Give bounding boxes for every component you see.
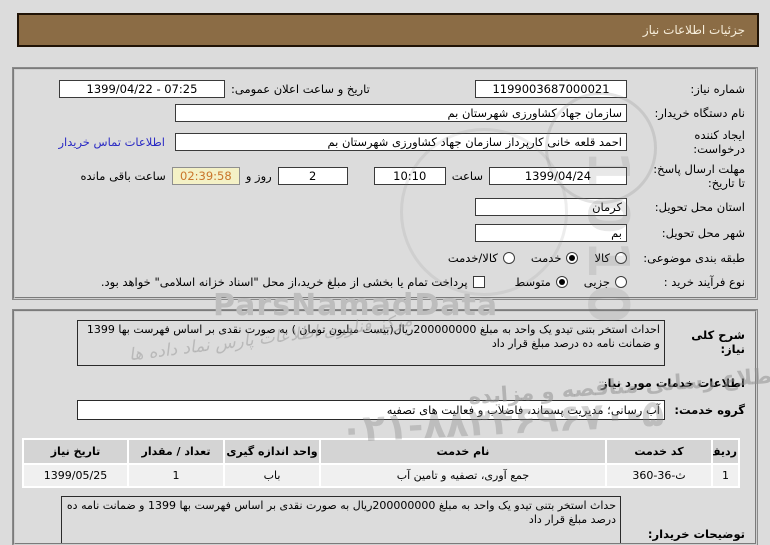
services-table-header-row: ردیف کد خدمت نام خدمت واحد اندازه گیری ت… [23, 439, 739, 464]
need-info-panel: شماره نیاز: 1199003687000021 تاریخ و ساع… [13, 68, 757, 299]
remaining-time-label: ساعت باقی مانده [81, 169, 166, 183]
treasury-payment-option[interactable]: پرداخت تمام یا بخشی از مبلغ خرید،از محل … [101, 275, 485, 289]
remaining-time-counter: 02:39:58 [172, 167, 240, 185]
row-service-group: گروه خدمت: آب رسانی؛ مدیریت پسماند، فاضل… [25, 400, 745, 420]
radio-goods-service-icon[interactable] [503, 252, 515, 264]
buyer-notes-box[interactable]: حداث استخر بتنی تیدو یک واحد به مبلغ 200… [61, 496, 621, 545]
cell-quantity: 1 [128, 464, 224, 487]
cell-service-name: جمع آوری، تصفیه و تامین آب [320, 464, 606, 487]
process-option-medium-label: متوسط [515, 275, 551, 289]
deadline-days-label: روز و [246, 169, 272, 183]
delivery-city-label: شهر محل تحویل: [627, 226, 745, 240]
buyer-name-label: نام دستگاه خریدار: [627, 106, 745, 120]
services-info-panel: شرح کلی نیاز: احداث استخر بتنی تیدو یک و… [13, 310, 757, 545]
need-number-label: شماره نیاز: [627, 82, 745, 96]
col-service-name: نام خدمت [320, 439, 606, 464]
deadline-time-field[interactable]: 10:10 [374, 167, 446, 185]
category-option-service-label: خدمت [531, 251, 562, 265]
service-group-field[interactable]: آب رسانی؛ مدیریت پسماند، فاضلاب و فعالیت… [77, 400, 665, 420]
announce-datetime-field[interactable]: 07:25 - 1399/04/22 [59, 80, 225, 98]
cell-row-number: 1 [712, 464, 739, 487]
process-option-minor[interactable]: جزیی [584, 275, 627, 289]
col-measure-unit: واحد اندازه گیری [224, 439, 320, 464]
page-title: جزئیات اطلاعات نیاز [643, 23, 745, 37]
row-request-creator: ایجاد کننده درخواست: احمد قلعه خانی کارپ… [25, 126, 745, 158]
row-purchase-process-type: نوع فرآیند خرید : جزیی متوسط پرداخت تمام… [25, 270, 745, 294]
category-option-goods-label: کالا [594, 251, 610, 265]
buyer-contact-link[interactable]: اطلاعات تماس خریدار [58, 135, 165, 149]
need-description-box[interactable]: احداث استخر بتنی تیدو یک واحد به مبلغ 20… [77, 320, 665, 366]
radio-minor-icon[interactable] [615, 276, 627, 288]
services-table: ردیف کد خدمت نام خدمت واحد اندازه گیری ت… [22, 438, 740, 488]
row-buyer-notes: توضیحات خریدار: حداث استخر بتنی تیدو یک … [25, 496, 745, 545]
process-option-minor-label: جزیی [584, 275, 610, 289]
category-option-goods[interactable]: کالا [594, 251, 627, 265]
treasury-checkbox-label: پرداخت تمام یا بخشی از مبلغ خرید،از محل … [101, 275, 468, 289]
col-service-code: کد خدمت [606, 439, 712, 464]
radio-medium-icon[interactable] [556, 276, 568, 288]
treasury-checkbox-icon[interactable] [473, 276, 485, 288]
delivery-province-field[interactable]: کرمان [475, 198, 627, 216]
announce-datetime-label: تاریخ و ساعت اعلان عمومی: [231, 82, 370, 96]
row-delivery-province: استان محل تحویل: کرمان [25, 194, 745, 220]
row-need-number: شماره نیاز: 1199003687000021 تاریخ و ساع… [25, 78, 745, 100]
col-quantity: تعداد / مقدار [128, 439, 224, 464]
need-number-field[interactable]: 1199003687000021 [475, 80, 627, 98]
delivery-city-field[interactable]: بم [475, 224, 627, 242]
need-details-page: { "title_bar": { "title": "جزئیات اطلاعا… [0, 0, 770, 545]
process-option-medium[interactable]: متوسط [515, 275, 568, 289]
buyer-notes-label: توضیحات خریدار: [621, 527, 745, 541]
page-title-bar: جزئیات اطلاعات نیاز [17, 13, 759, 47]
subject-category-label: طبقه بندی موضوعی: [627, 251, 745, 265]
services-section-header: اطلاعات خدمات مورد نیاز [25, 376, 745, 390]
deadline-hour-label: ساعت [452, 169, 483, 183]
buyer-name-field[interactable]: سازمان جهاد کشاورزی شهرستان بم [175, 104, 627, 122]
deadline-date-field[interactable]: 1399/04/24 [489, 167, 627, 185]
col-row-number: ردیف [712, 439, 739, 464]
row-delivery-city: شهر محل تحویل: بم [25, 220, 745, 246]
row-subject-category: طبقه بندی موضوعی: کالا خدمت کالا/خدمت [25, 246, 745, 270]
radio-goods-icon[interactable] [615, 252, 627, 264]
service-group-label: گروه خدمت: [665, 403, 745, 417]
category-option-service[interactable]: خدمت [531, 251, 579, 265]
table-row: 1 ث-36-360 جمع آوری، تصفیه و تامین آب با… [23, 464, 739, 487]
category-option-goods-service-label: کالا/خدمت [448, 251, 498, 265]
radio-service-icon[interactable] [566, 252, 578, 264]
row-buyer-name: نام دستگاه خریدار: سازمان جهاد کشاورزی ش… [25, 100, 745, 126]
row-need-description: شرح کلی نیاز: احداث استخر بتنی تیدو یک و… [25, 320, 745, 366]
deadline-days-field[interactable]: 2 [278, 167, 348, 185]
row-reply-deadline: مهلت ارسال پاسخ: تا تاریخ: 1399/04/24 سا… [25, 158, 745, 194]
reply-deadline-label: مهلت ارسال پاسخ: تا تاریخ: [627, 162, 745, 191]
request-creator-label: ایجاد کننده درخواست: [627, 128, 745, 157]
cell-need-date: 1399/05/25 [23, 464, 128, 487]
cell-measure-unit: باب [224, 464, 320, 487]
cell-service-code: ث-36-360 [606, 464, 712, 487]
category-option-goods-service[interactable]: کالا/خدمت [448, 251, 515, 265]
delivery-province-label: استان محل تحویل: [627, 200, 745, 214]
request-creator-field[interactable]: احمد قلعه خانی کارپرداز سازمان جهاد کشاو… [175, 133, 627, 151]
purchase-process-label: نوع فرآیند خرید : [627, 275, 745, 289]
need-description-label: شرح کلی نیاز: [665, 320, 745, 356]
col-need-date: تاریخ نیاز [23, 439, 128, 464]
